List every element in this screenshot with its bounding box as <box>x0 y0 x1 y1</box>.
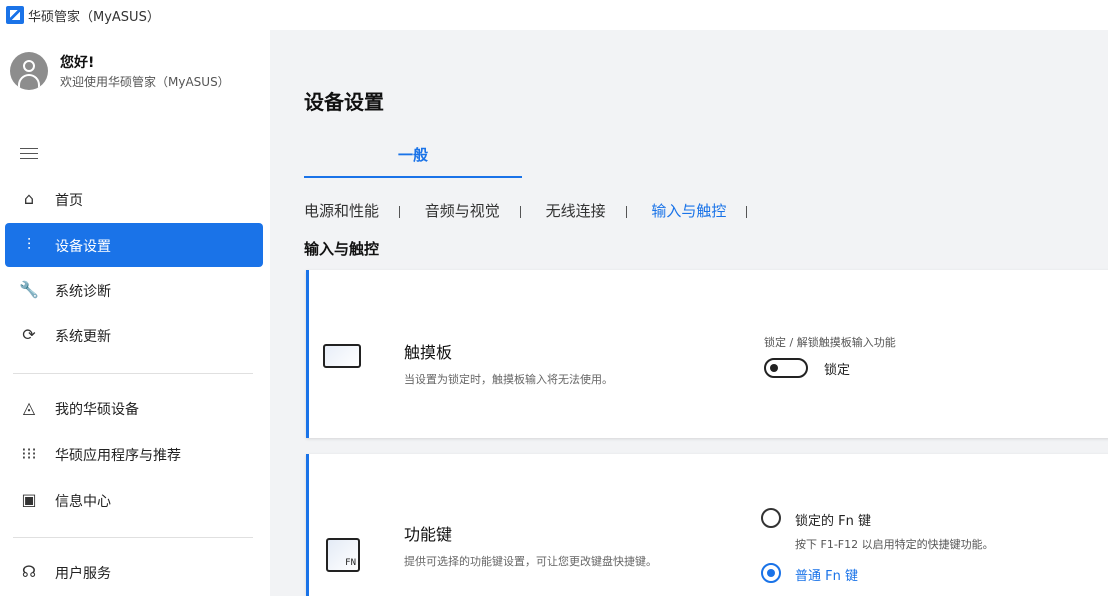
radio-normal-fn[interactable] <box>761 563 781 583</box>
subtab-divider <box>399 205 401 218</box>
sliders-icon: ⫶ <box>26 235 31 254</box>
subtab-divider <box>519 205 521 218</box>
main-panel: 设备设置 一般 电源和性能 音频与视觉 无线连接 输入与触控 输入与触控 触摸板… <box>270 30 1108 596</box>
sidebar-item-my-devices[interactable]: ◬ 我的华硕设备 <box>5 386 263 430</box>
home-icon: ⌂ <box>23 189 35 208</box>
sidebar-item-diagnostics[interactable]: 🔧 系统诊断 <box>5 268 263 312</box>
fn-key-icon-label: FN <box>345 558 356 568</box>
sidebar-item-label: 首页 <box>55 193 83 209</box>
page-title: 设备设置 <box>304 90 384 114</box>
update-icon: ⟳ <box>22 325 36 344</box>
menu-icon[interactable] <box>20 148 38 160</box>
sidebar-item-device-settings[interactable]: ⫶ 设备设置 <box>5 223 263 267</box>
sidebar-item-label: 华硕应用程序与推荐 <box>55 448 181 464</box>
touchpad-lock-caption: 锁定 / 解锁触摸板输入功能 <box>764 336 896 349</box>
touchpad-lock-toggle[interactable] <box>764 358 808 378</box>
avatar-icon[interactable] <box>10 52 48 90</box>
touchpad-description: 当设置为锁定时，触摸板输入将无法使用。 <box>404 373 613 386</box>
sidebar-item-home[interactable]: ⌂ 首页 <box>5 177 263 221</box>
sidebar-item-label: 我的华硕设备 <box>55 402 139 418</box>
title-bar: 华硕管家（MyASUS） <box>0 0 1108 30</box>
grid-icon: ⁝⁝⁝ <box>21 444 37 463</box>
subtab-bar: 电源和性能 音频与视觉 无线连接 输入与触控 <box>304 200 767 222</box>
sidebar-item-system-update[interactable]: ⟳ 系统更新 <box>5 313 263 357</box>
headset-icon: ☊ <box>21 562 37 581</box>
wrench-icon: 🔧 <box>19 280 39 299</box>
section-title: 输入与触控 <box>304 240 380 258</box>
welcome-text: 欢迎使用华硕管家（MyASUS） <box>60 75 230 89</box>
toggle-label: 锁定 <box>824 363 851 378</box>
subtab-divider <box>746 205 748 218</box>
sidebar-divider <box>13 373 253 374</box>
devices-icon: ◬ <box>22 398 36 417</box>
app-title: 华硕管家（MyASUS） <box>28 10 160 25</box>
subtab-audio-visual[interactable]: 音频与视觉 <box>425 200 500 221</box>
fn-key-description: 提供可选择的功能键设置，可让您更改键盘快捷键。 <box>404 555 657 568</box>
sidebar-item-label: 用户服务 <box>55 566 111 582</box>
sidebar-item-label: 系统更新 <box>55 329 111 345</box>
subtab-power[interactable]: 电源和性能 <box>304 200 379 221</box>
subtab-input-touch[interactable]: 输入与触控 <box>651 200 726 221</box>
sidebar-divider <box>13 537 253 538</box>
asus-logo-icon <box>6 6 24 24</box>
radio-locked-fn-label: 锁定的 Fn 键 <box>795 514 871 529</box>
greeting: 您好! <box>60 55 95 71</box>
radio-locked-fn-desc: 按下 F1-F12 以启用特定的快捷键功能。 <box>795 538 994 551</box>
fn-key-card: FN 功能键 提供可选择的功能键设置，可让您更改键盘快捷键。 锁定的 Fn 键 … <box>306 454 1108 596</box>
tab-underline <box>304 176 522 178</box>
tab-general[interactable]: 一般 <box>304 144 522 178</box>
sidebar-item-customer-service[interactable]: ☊ 用户服务 <box>5 550 263 594</box>
sidebar-item-apps[interactable]: ⁝⁝⁝ 华硕应用程序与推荐 <box>5 432 263 476</box>
sidebar-item-label: 设备设置 <box>55 239 111 255</box>
message-icon: ▣ <box>21 490 37 509</box>
toggle-knob <box>770 364 778 372</box>
sidebar-item-label: 系统诊断 <box>55 284 111 300</box>
radio-locked-fn[interactable] <box>761 508 781 528</box>
touchpad-icon <box>323 344 361 368</box>
sidebar-item-info-center[interactable]: ▣ 信息中心 <box>5 478 263 522</box>
sidebar-item-label: 信息中心 <box>55 494 111 510</box>
subtab-divider <box>625 205 627 218</box>
fn-key-icon: FN <box>326 538 360 572</box>
touchpad-title: 触摸板 <box>404 343 453 362</box>
subtab-wireless[interactable]: 无线连接 <box>546 200 606 221</box>
sidebar: 您好! 欢迎使用华硕管家（MyASUS） ⌂ 首页 ⫶ 设备设置 🔧 系统诊断 … <box>0 30 270 596</box>
radio-normal-fn-label: 普通 Fn 键 <box>795 569 858 584</box>
touchpad-card: 触摸板 当设置为锁定时，触摸板输入将无法使用。 锁定 / 解锁触摸板输入功能 锁… <box>306 270 1108 438</box>
fn-key-title: 功能键 <box>404 525 453 544</box>
